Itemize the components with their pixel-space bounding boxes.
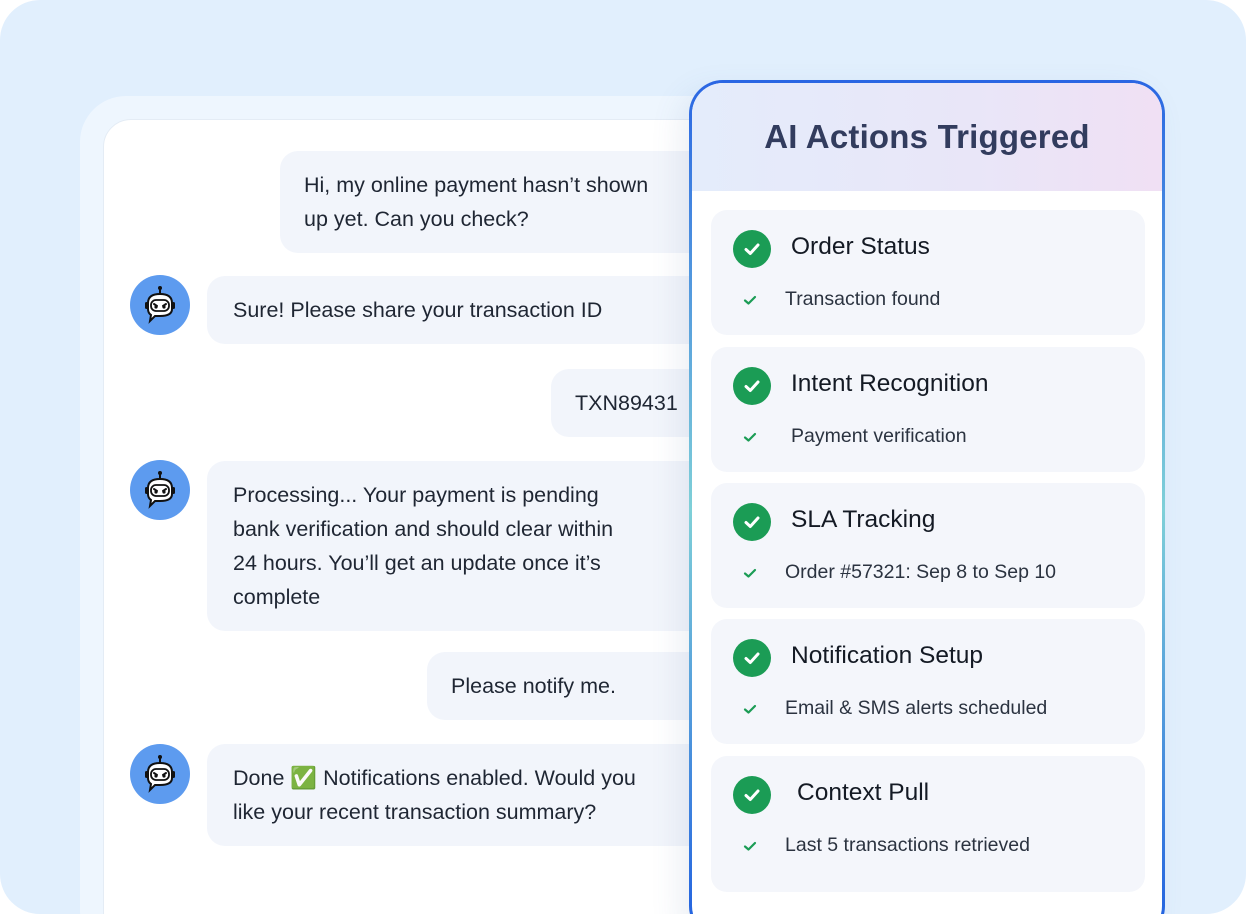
bot-message: Done ✅ Notifications enabled. Would you …	[207, 744, 717, 846]
check-icon	[741, 837, 759, 855]
bot-message: Sure! Please share your transaction ID	[207, 276, 717, 344]
page-background: Hi, my online payment hasn’t shown up ye…	[0, 0, 1246, 914]
action-card: Notification Setup Email & SMS alerts sc…	[711, 619, 1145, 744]
action-title: Context Pull	[797, 779, 930, 806]
bot-avatar	[130, 744, 190, 804]
user-message: Please notify me.	[427, 652, 717, 720]
panel-header: AI Actions Triggered	[692, 83, 1162, 191]
check-circle-icon	[733, 503, 771, 541]
message-line: complete	[233, 585, 321, 609]
message-line: like your recent transaction summary?	[233, 800, 597, 824]
action-card: SLA Tracking Order #57321: Sep 8 to Sep …	[711, 483, 1145, 608]
action-detail: Email & SMS alerts scheduled	[785, 697, 1048, 719]
action-card: Intent Recognition Payment verification	[711, 347, 1145, 472]
bot-avatar	[130, 275, 190, 335]
robot-icon	[145, 755, 175, 793]
check-icon	[741, 700, 759, 718]
check-circle-icon	[733, 776, 771, 814]
check-icon	[741, 291, 759, 309]
message-line: 24 hours. You’ll get an update once it’s	[233, 551, 601, 575]
check-circle-icon	[733, 230, 771, 268]
action-detail: Last 5 transactions retrieved	[785, 834, 1030, 856]
action-card: Context Pull Last 5 transactions retriev…	[711, 756, 1145, 892]
message-line: Sure! Please share your transaction ID	[233, 298, 603, 322]
robot-icon	[145, 471, 175, 509]
message-line: Processing... Your payment is pending	[233, 483, 599, 507]
message-line: up yet. Can you check?	[304, 207, 529, 231]
message-line: Done ✅ Notifications enabled. Would you	[233, 766, 636, 790]
ai-actions-panel: AI Actions Triggered Order Status Transa…	[689, 80, 1165, 914]
bot-message: Processing... Your payment is pending ba…	[207, 461, 717, 631]
action-title: SLA Tracking	[791, 506, 936, 533]
message-line: Please notify me.	[451, 674, 616, 698]
user-message: Hi, my online payment hasn’t shown up ye…	[280, 151, 720, 253]
action-detail: Payment verification	[791, 425, 967, 447]
action-card: Order Status Transaction found	[711, 210, 1145, 335]
panel-title: AI Actions Triggered	[764, 118, 1090, 155]
check-icon	[741, 564, 759, 582]
robot-icon	[145, 286, 175, 324]
action-title: Notification Setup	[791, 642, 984, 669]
check-circle-icon	[733, 639, 771, 677]
action-title: Intent Recognition	[791, 370, 989, 397]
action-detail: Transaction found	[785, 288, 941, 310]
action-detail: Order #57321: Sep 8 to Sep 10	[785, 561, 1057, 583]
message-line: Hi, my online payment hasn’t shown	[304, 173, 649, 197]
check-circle-icon	[733, 367, 771, 405]
action-title: Order Status	[791, 233, 930, 260]
message-line: bank verification and should clear withi…	[233, 517, 614, 541]
bot-avatar	[130, 460, 190, 520]
check-icon	[741, 428, 759, 446]
message-line: TXN89431	[575, 391, 678, 415]
